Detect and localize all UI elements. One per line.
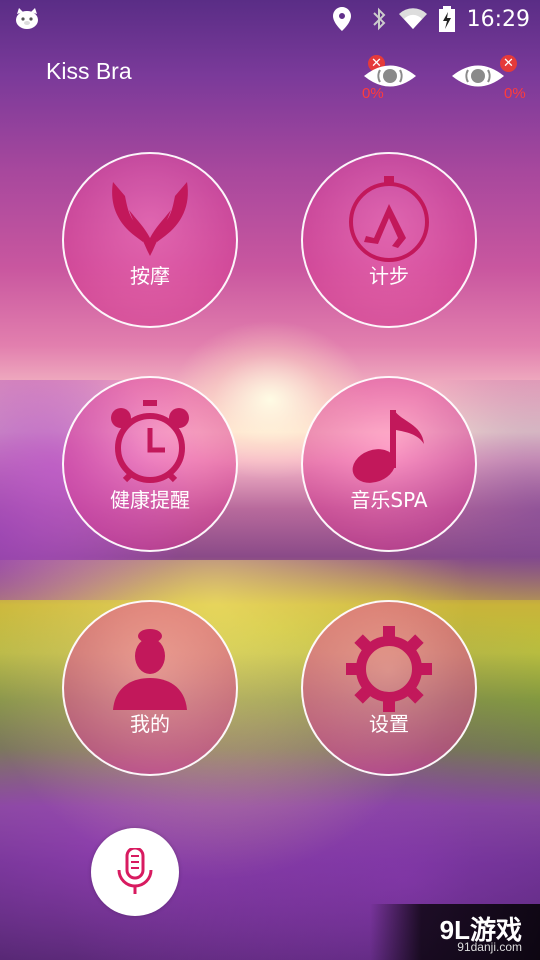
device-left-battery: 0%	[362, 85, 384, 102]
settings-label: 设置	[369, 712, 409, 736]
hands-icon	[112, 182, 188, 256]
app-title: Kiss Bra	[46, 58, 132, 84]
bluetooth-icon	[371, 7, 387, 31]
me-label: 我的	[130, 712, 170, 736]
settings-button[interactable]: 设置	[301, 600, 477, 776]
status-bar: 16:29	[0, 0, 540, 40]
device-left-status[interactable]: ✕ 0%	[360, 55, 420, 115]
pedometer-button[interactable]: 计步	[301, 152, 477, 328]
alarm-clock-icon	[111, 400, 189, 483]
music-note-icon	[352, 410, 424, 483]
me-button[interactable]: 我的	[62, 600, 238, 776]
device-right-battery: 0%	[504, 85, 526, 102]
health-reminder-label: 健康提醒	[110, 488, 190, 512]
pedometer-label: 计步	[369, 264, 409, 288]
gear-icon	[346, 626, 432, 712]
user-profile-icon	[113, 629, 187, 710]
device-eye-icon	[452, 65, 504, 87]
stopwatch-walking-icon	[349, 176, 429, 262]
clock: 16:29	[466, 6, 530, 32]
background-meadow	[0, 560, 540, 960]
notification-app-icon	[14, 8, 40, 30]
health-reminder-button[interactable]: 健康提醒	[62, 376, 238, 552]
music-spa-label: 音乐SPA	[350, 488, 428, 512]
location-icon	[332, 7, 351, 31]
massage-label: 按摩	[130, 264, 170, 288]
voice-input-button[interactable]	[91, 828, 179, 916]
watermark: 9L游戏 91danji.com	[370, 904, 540, 960]
massage-button[interactable]: 按摩	[62, 152, 238, 328]
music-spa-button[interactable]: 音乐SPA	[301, 376, 477, 552]
device-right-status[interactable]: ✕ 0%	[448, 55, 526, 115]
microphone-icon	[117, 848, 153, 894]
battery-charging-icon	[438, 6, 455, 32]
wifi-icon	[398, 8, 427, 30]
watermark-site: 91danji.com	[457, 940, 522, 954]
